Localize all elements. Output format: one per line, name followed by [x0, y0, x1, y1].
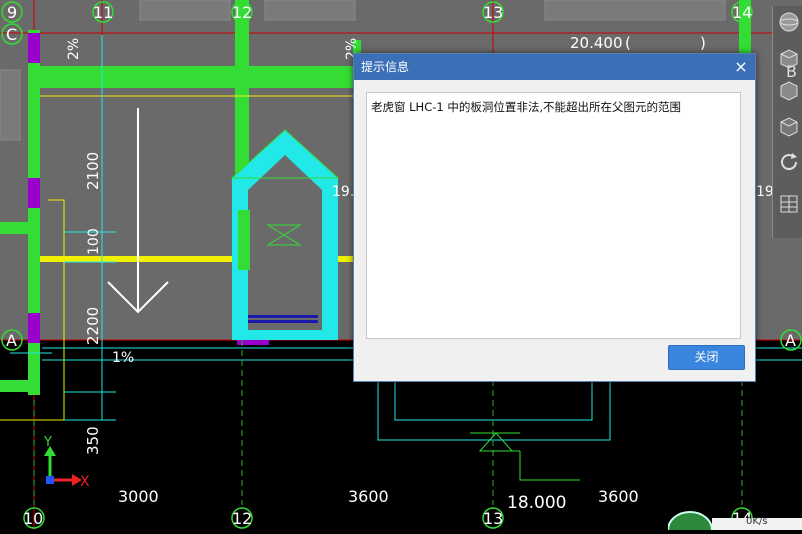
elevation-paren-close: ): [700, 34, 706, 52]
axis-label-13-bottom: 13: [483, 509, 503, 528]
speed-widget-shape: [667, 511, 802, 534]
axis-label-10: 10: [23, 509, 43, 528]
sphere-icon[interactable]: [777, 10, 801, 34]
dim-2200: 2200: [84, 307, 102, 345]
dialog-title: 提示信息: [361, 60, 410, 74]
axis-label-a-left: A: [6, 331, 17, 350]
layers-icon[interactable]: [777, 192, 801, 216]
axis-label-c: C: [6, 25, 17, 44]
axis-label-12-bottom: 12: [232, 509, 252, 528]
close-button[interactable]: 关闭: [668, 345, 745, 370]
ucs-icon: [44, 446, 82, 486]
close-icon[interactable]: ×: [733, 54, 749, 80]
axis-label-9: 9: [7, 3, 17, 22]
dim-3600-b: 3600: [598, 487, 639, 506]
dialog-message-box: 老虎窗 LHC-1 中的板洞位置非法,不能超出所在父图元的范围: [366, 92, 741, 339]
axis-label-11: 11: [93, 3, 113, 22]
ucs-y-label: Y: [43, 435, 52, 450]
dialog-message: 老虎窗 LHC-1 中的板洞位置非法,不能超出所在父图元的范围: [371, 100, 682, 114]
axis-label-12-top: 12: [232, 3, 252, 22]
dim-2100: 2100: [84, 152, 102, 190]
ucs-x-label: X: [80, 474, 90, 490]
cube-iso-icon[interactable]: [777, 114, 801, 138]
dim-3000: 3000: [118, 487, 159, 506]
dim-3600-a: 3600: [348, 487, 389, 506]
slope-label-1: 2%: [66, 38, 82, 60]
slope-label-3: 1%: [112, 350, 134, 366]
elevation-top-text: 20.400: [570, 34, 623, 52]
cube-front-icon[interactable]: [777, 78, 801, 102]
axis-label-14-top: 14: [732, 3, 752, 22]
network-speed-widget[interactable]: 0K/s: [667, 508, 802, 534]
elevation-paren-open: (: [625, 34, 631, 52]
dim-350: 350: [84, 426, 102, 455]
axis-label-a-right: A: [785, 331, 796, 350]
elev-bottom: 18.000: [507, 493, 566, 513]
speed-text: 0K/s: [746, 516, 768, 527]
rotate-icon[interactable]: [777, 150, 801, 174]
view-toolbar: B: [772, 6, 802, 238]
info-dialog: 提示信息 × 老虎窗 LHC-1 中的板洞位置非法,不能超出所在父图元的范围 关…: [353, 53, 756, 382]
axis-label-13-top: 13: [483, 3, 503, 22]
dim-100: 100: [86, 228, 102, 255]
dialog-title-bar[interactable]: 提示信息 ×: [354, 54, 755, 80]
